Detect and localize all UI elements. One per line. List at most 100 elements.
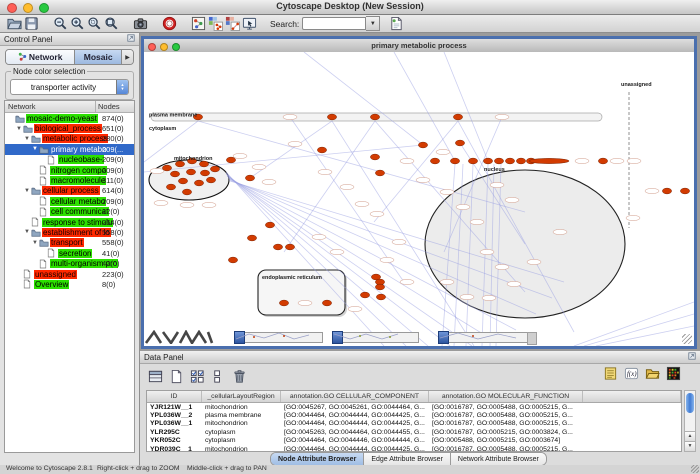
zoom-selected-icon[interactable] — [86, 16, 103, 32]
vizmap-edge-icon[interactable] — [224, 16, 241, 32]
network-node[interactable] — [228, 257, 237, 263]
network-node[interactable] — [483, 158, 492, 164]
expand-arrow-icon[interactable]: ▼ — [23, 136, 31, 142]
network-node[interactable] — [265, 222, 274, 228]
table-column-header[interactable]: annotation.GO CELLULAR_COMPONENT — [281, 391, 429, 402]
network-node[interactable] — [360, 292, 369, 298]
tree-row[interactable]: ▼biological_process651(0) — [5, 123, 134, 133]
table-row[interactable]: YPL036W__2plasma membrane[GO:0044464, GO… — [147, 411, 681, 419]
network-node[interactable] — [375, 170, 384, 176]
background-window-2[interactable] — [332, 331, 419, 344]
table-column-header[interactable]: annotation.GO MOLECULAR_FUNCTION — [429, 391, 583, 402]
network-node[interactable] — [317, 147, 326, 153]
tree-column-network[interactable]: Network — [5, 101, 95, 112]
tree-row[interactable]: unassigned223(0) — [5, 269, 134, 279]
vizmapper-icon[interactable] — [241, 16, 258, 32]
tree-column-nodes[interactable]: Nodes — [95, 101, 134, 112]
network-node[interactable] — [247, 235, 256, 241]
network-node[interactable] — [516, 158, 525, 164]
tree-row[interactable]: Overview8(0) — [5, 279, 134, 289]
network-node[interactable] — [505, 158, 514, 164]
network-node[interactable] — [494, 158, 503, 164]
network-node[interactable] — [450, 158, 459, 164]
network-node[interactable] — [170, 171, 179, 177]
network-node[interactable] — [430, 158, 439, 164]
background-network-thumbnail[interactable] — [144, 330, 214, 344]
background-window-4[interactable] — [527, 332, 537, 345]
select-attributes-icon[interactable] — [147, 368, 164, 384]
network-node[interactable] — [370, 114, 379, 120]
save-icon[interactable] — [23, 16, 40, 32]
tree-row[interactable]: cell communicat22(0) — [5, 207, 134, 217]
network-canvas[interactable]: plasma membranecytoplasmmitochondrionnuc… — [144, 52, 694, 346]
network-node[interactable] — [529, 158, 569, 163]
network-node[interactable] — [598, 158, 607, 164]
delete-attribute-icon[interactable] — [231, 368, 248, 384]
network-node[interactable] — [186, 169, 195, 175]
network-node[interactable] — [322, 300, 331, 306]
tree-row[interactable]: ▼primary metabo209(... — [5, 144, 134, 154]
app-resize-grip[interactable] — [691, 465, 699, 473]
network-node[interactable] — [162, 165, 171, 171]
tree-row[interactable]: ▼metabolic process280(0) — [5, 134, 134, 144]
expand-arrow-icon[interactable]: ▼ — [31, 146, 39, 152]
tree-row[interactable]: macromolecule311(0) — [5, 175, 134, 185]
tree-row[interactable]: ▼establishment of lo558(0) — [5, 227, 134, 237]
tree-row[interactable]: mosaic-demo-yeast874(0) — [5, 113, 134, 123]
table-scrollbar[interactable]: ▲ ▼ — [684, 390, 696, 452]
table-row[interactable]: YLR295Ccytoplasm[GO:0045263, GO:0044464,… — [147, 428, 681, 436]
network-node[interactable] — [468, 158, 477, 164]
tab-edge-attribute-browser[interactable]: Edge Attribute Browser — [364, 453, 451, 465]
network-node[interactable] — [327, 114, 336, 120]
zoom-in-icon[interactable] — [69, 16, 86, 32]
network-node[interactable] — [680, 188, 689, 194]
tree-row[interactable]: ▼transport558(0) — [5, 238, 134, 248]
expand-arrow-icon[interactable]: ▼ — [15, 126, 23, 132]
table-row[interactable]: YDR039C__1mitochondrion[GO:0044464, GO:0… — [147, 445, 681, 452]
tree-row[interactable]: secretion41(0) — [5, 248, 134, 258]
zoom-out-icon[interactable] — [52, 16, 69, 32]
annotation-import-icon[interactable] — [388, 16, 405, 32]
network-node[interactable] — [182, 189, 191, 195]
network-view-titlebar[interactable]: primary metabolic process — [144, 39, 694, 53]
scrollbar-thumb[interactable] — [686, 393, 694, 413]
network-node[interactable] — [200, 170, 209, 176]
network-node[interactable] — [273, 244, 282, 250]
network-node[interactable] — [194, 180, 203, 186]
tab-network-attribute-browser[interactable]: Network Attribute Browser — [451, 453, 546, 465]
network-node[interactable] — [375, 284, 384, 290]
network-node[interactable] — [453, 114, 462, 120]
network-node[interactable] — [206, 177, 215, 183]
table-column-header[interactable]: ID — [147, 391, 202, 402]
tab-overflow-arrow[interactable]: ▶ — [121, 50, 133, 64]
scroll-down-button[interactable]: ▼ — [685, 441, 695, 451]
network-node[interactable] — [166, 184, 175, 190]
expand-arrow-icon[interactable]: ▼ — [23, 188, 31, 194]
search-input[interactable] — [302, 17, 366, 30]
formula-builder-icon[interactable]: f(x) — [623, 365, 640, 381]
tree-row[interactable]: ▼cellular process614(0) — [5, 186, 134, 196]
network-node[interactable] — [285, 244, 294, 250]
window-resize-grip[interactable] — [682, 334, 692, 344]
create-attribute-icon[interactable] — [168, 368, 185, 384]
network-node[interactable] — [210, 166, 219, 172]
vizmap-node-icon[interactable] — [207, 16, 224, 32]
expand-arrow-icon[interactable]: ▼ — [23, 229, 31, 235]
network-node[interactable] — [279, 300, 288, 306]
network-node[interactable] — [455, 140, 464, 146]
table-row[interactable]: YJR121W__1mitochondrion[GO:0045267, GO:0… — [147, 403, 681, 411]
network-view-window[interactable]: primary metabolic process plasma membran… — [141, 36, 697, 349]
tree-row[interactable]: nucleobase-209(0) — [5, 155, 134, 165]
tab-mosaic[interactable]: Mosaic — [74, 50, 121, 64]
tree-row[interactable]: multi-organism pro42(0) — [5, 258, 134, 268]
table-row[interactable]: YKR052Ccytoplasm[GO:0044464, GO:0044446,… — [147, 437, 681, 445]
search-dropdown-button[interactable]: ▼ — [366, 16, 380, 31]
background-window-3[interactable] — [438, 331, 529, 344]
background-window-1[interactable] — [234, 331, 323, 344]
expand-arrow-icon[interactable]: ▼ — [31, 240, 39, 246]
float-panel-icon[interactable] — [688, 352, 696, 362]
tab-network[interactable]: Network — [6, 50, 74, 64]
import-table-icon[interactable] — [644, 365, 661, 381]
float-panel-icon[interactable] — [127, 34, 135, 44]
network-node[interactable] — [245, 175, 254, 181]
